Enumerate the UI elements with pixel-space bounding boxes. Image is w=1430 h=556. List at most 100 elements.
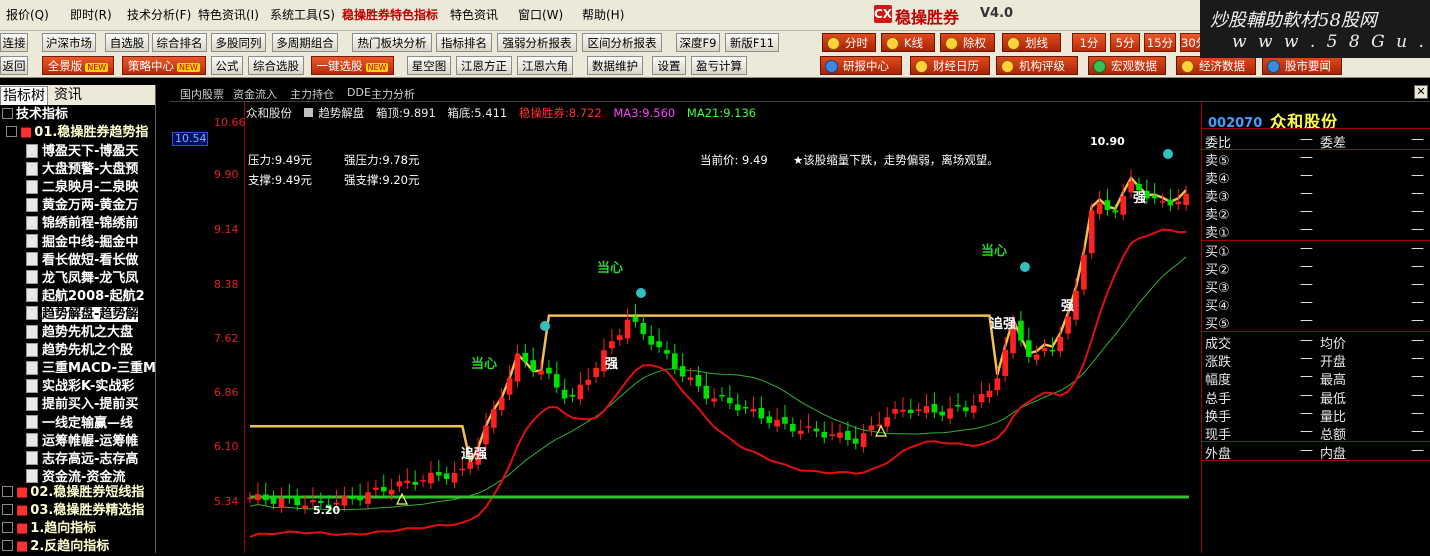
tree-item[interactable]: 志存高远-志存高	[0, 451, 155, 469]
tree-item[interactable]: 掘金中线-掘金中	[0, 234, 155, 252]
strategy-center-button[interactable]: 策略中心 NEW	[122, 56, 206, 75]
tree-item[interactable]: 看长做短-看长做	[0, 252, 155, 270]
data-maintenance-button[interactable]: 数据维护	[587, 56, 643, 75]
ma3-value: MA3:9.560	[613, 106, 676, 120]
period-15min-button[interactable]: 15分	[1144, 33, 1176, 52]
tree-item[interactable]: 龙飞凤舞-龙飞凤	[0, 270, 155, 288]
menu-system-tools[interactable]: 系统工具(S)	[270, 6, 335, 23]
candlestick-chart[interactable]: 当心当心当心追强追强强强强10.905.20	[245, 120, 1200, 553]
exright-icon	[945, 37, 958, 50]
menu-special-info[interactable]: 特色资讯(I)	[198, 6, 259, 23]
period-30min-button[interactable]: 30分	[1180, 33, 1202, 52]
tab-dde[interactable]: DDE	[347, 86, 371, 99]
candle-body	[1120, 196, 1126, 215]
menu-special-indicators[interactable]: 稳操胜券特色指标	[342, 6, 438, 23]
candle-body	[994, 378, 1001, 391]
tab-news[interactable]: 资讯	[54, 86, 82, 104]
tree-item[interactable]: 一线定输赢—线	[0, 415, 155, 433]
shsz-market-button[interactable]: 沪深市场	[42, 33, 96, 52]
menu-quote[interactable]: 报价(Q)	[6, 6, 49, 23]
period-1min-button[interactable]: 1分	[1072, 33, 1106, 52]
tree-item[interactable]: 黄金万两-黄金万	[0, 197, 155, 215]
new-f11-button[interactable]: 新版F11	[725, 33, 779, 52]
range-report-button[interactable]: 区间分析报表	[582, 33, 662, 52]
tree-item-label: 趋势先机之大盘	[42, 325, 134, 340]
menu-window[interactable]: 窗口(W)	[518, 6, 563, 23]
menu-special-info-2[interactable]: 特色资讯	[450, 6, 498, 23]
tree-group-2[interactable]: ■ 02.稳操胜券短线指	[0, 484, 155, 502]
tree-group-5[interactable]: ■ 2.反趋向指标	[0, 538, 155, 556]
tree-item[interactable]: 趋势先机之个股	[0, 342, 155, 360]
indicator-rank-button[interactable]: 指标排名	[436, 33, 492, 52]
multi-period-button[interactable]: 多周期组合	[272, 33, 338, 52]
drawline-button[interactable]: 划线	[1002, 33, 1061, 52]
strength-report-button[interactable]: 强弱分析报表	[497, 33, 577, 52]
tree-item[interactable]: 锦绣前程-锦绣前	[0, 215, 155, 233]
pnl-calc-button[interactable]: 盈亏计算	[691, 56, 747, 75]
tree-item[interactable]: 运筹帷幄-运筹帷	[0, 433, 155, 451]
tree-item[interactable]: 二泉映月-二泉映	[0, 179, 155, 197]
one-click-select-button[interactable]: 一键选股 NEW	[311, 56, 394, 75]
tree-group-3[interactable]: ■ 03.稳操胜券精选指	[0, 502, 155, 520]
period-5min-button[interactable]: 5分	[1110, 33, 1140, 52]
research-icon	[825, 60, 838, 73]
research-center-button[interactable]: 研报中心	[820, 56, 902, 75]
tree-item[interactable]: 提前买入-提前买	[0, 396, 155, 414]
tree-item[interactable]: 三重MACD-三重M	[0, 360, 155, 378]
tab-indicator-tree[interactable]: 指标树	[0, 86, 48, 105]
calendar-button[interactable]: 财经日历	[910, 56, 990, 75]
tree-root[interactable]: 技术指标	[0, 106, 155, 124]
sell-price: —	[1300, 204, 1313, 219]
panorama-button[interactable]: 全景版 NEW	[42, 56, 114, 75]
candle-body	[1033, 354, 1040, 360]
starmap-button[interactable]: 星空图	[407, 56, 451, 75]
tab-main-analysis[interactable]: 主力分析	[371, 86, 415, 102]
connect-button[interactable]: 连接	[0, 33, 28, 52]
macro-data-button[interactable]: 宏观数据	[1088, 56, 1166, 75]
candle-body	[294, 496, 300, 506]
multi-stock-button[interactable]: 多股同列	[211, 33, 266, 52]
institution-rating-button[interactable]: 机构评级	[996, 56, 1078, 75]
back-button[interactable]: 返回	[0, 56, 28, 75]
tree-item-label: 资金流-资金流	[42, 469, 126, 485]
tab-main-holdings[interactable]: 主力持仓	[290, 86, 334, 102]
stock-screener-button[interactable]: 综合选股	[248, 56, 304, 75]
tree-item[interactable]: 起航2008-起航2	[0, 288, 155, 306]
indicator-file-icon	[26, 360, 38, 375]
close-icon[interactable]: ✕	[1414, 85, 1428, 99]
menu-help[interactable]: 帮助(H)	[582, 6, 624, 23]
tree-group-4[interactable]: ■ 1.趋向指标	[0, 520, 155, 538]
gann-square-button[interactable]: 江恩方正	[456, 56, 512, 75]
tree-item[interactable]: 趋势解盘-趋势解	[0, 306, 155, 324]
depth-f9-button[interactable]: 深度F9	[676, 33, 720, 52]
market-news-button[interactable]: 股市要闻	[1262, 56, 1342, 75]
watchlist-button[interactable]: 自选股	[105, 33, 149, 52]
tree-item[interactable]: 博盈天下-博盈天	[0, 143, 155, 161]
economic-data-button[interactable]: 经济数据	[1176, 56, 1256, 75]
timeshare-button[interactable]: 分时	[822, 33, 876, 52]
rank-button[interactable]: 综合排名	[152, 33, 207, 52]
tree-item[interactable]: 趋势先机之大盘	[0, 324, 155, 342]
menu-technical[interactable]: 技术分析(F)	[127, 6, 191, 23]
exright-button[interactable]: 除权	[940, 33, 995, 52]
divider	[1202, 331, 1430, 332]
candle-body	[829, 434, 835, 436]
menu-realtime[interactable]: 即时(R)	[70, 6, 112, 23]
tab-domestic-stocks[interactable]: 国内股票	[180, 86, 224, 102]
tree-group-1[interactable]: ■ 01.稳操胜券趋势指	[0, 124, 155, 142]
candle-body	[939, 411, 946, 416]
tree-item[interactable]: 实战彩K-实战彩	[0, 378, 155, 396]
logo-icon: CX	[874, 5, 893, 23]
formula-button[interactable]: 公式	[211, 56, 243, 75]
quote-value: —	[1300, 405, 1313, 421]
buy-level-label: 买③	[1205, 281, 1230, 296]
indicator-name[interactable]: 趋势解盘	[318, 106, 364, 120]
price-tick: 6.10	[214, 440, 239, 453]
hot-sector-button[interactable]: 热门板块分析	[352, 33, 432, 52]
candle-body	[821, 431, 828, 438]
tab-capital-inflow[interactable]: 资金流入	[233, 86, 277, 102]
settings-button[interactable]: 设置	[652, 56, 686, 75]
gann-hexagon-button[interactable]: 江恩六角	[517, 56, 573, 75]
kline-button[interactable]: K线	[881, 33, 935, 52]
tree-item[interactable]: 大盘预警-大盘预	[0, 161, 155, 179]
